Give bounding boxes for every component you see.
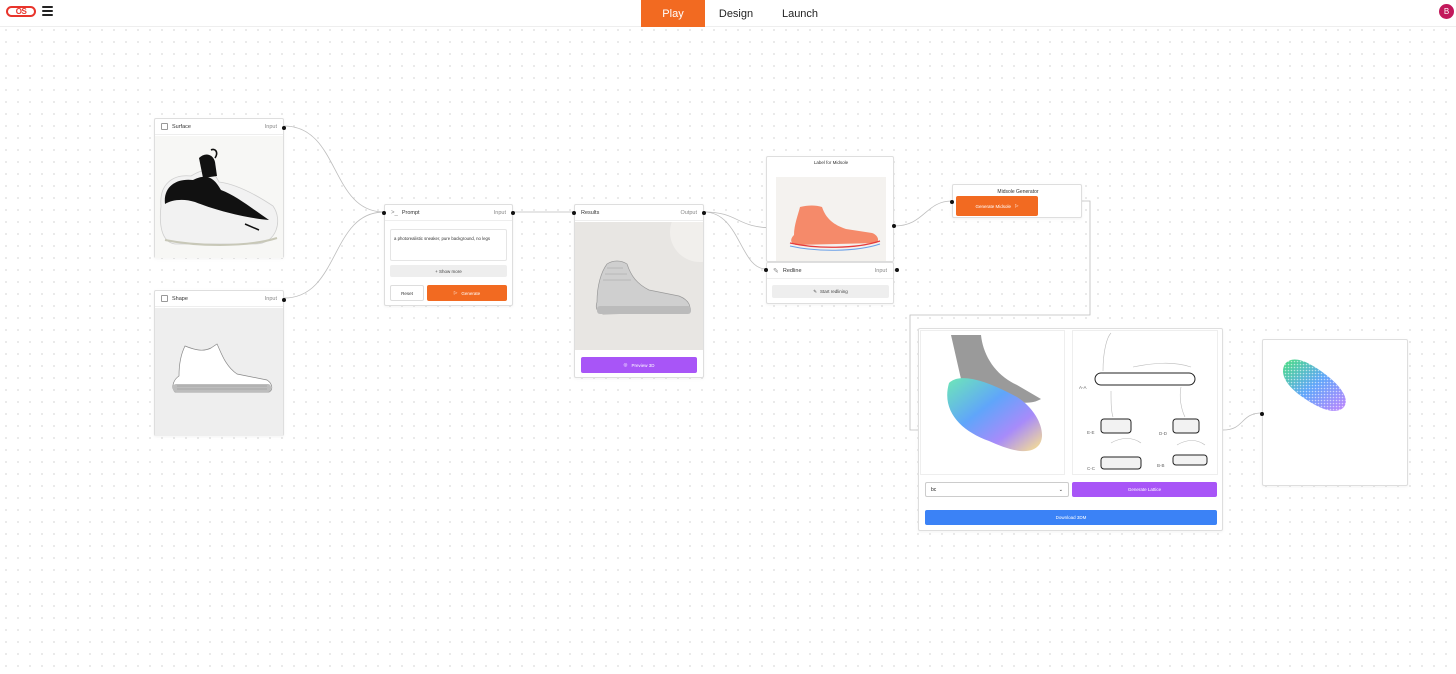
prompt-input-port[interactable] — [382, 211, 386, 215]
node-title: Shape — [172, 295, 188, 302]
node-kind: Input — [264, 123, 277, 130]
label-midsole-node[interactable]: Label for Midsole — [766, 156, 896, 262]
pencil-icon: ✎ — [813, 288, 817, 294]
surface-output-port[interactable] — [282, 126, 286, 130]
lattice-midsole-image — [1275, 348, 1355, 418]
prompt-output-port[interactable] — [511, 211, 515, 215]
shape-output-port[interactable] — [282, 298, 286, 302]
generate-midsole-button[interactable]: Generate Midsole ▷ — [956, 196, 1038, 216]
terminal-icon: >_ — [391, 209, 398, 216]
surface-node[interactable]: Surface Input — [154, 118, 286, 258]
start-redlining-button[interactable]: ✎ Start redlining — [772, 285, 889, 298]
shape-image — [155, 308, 283, 436]
download-3dm-button[interactable]: Download 3DM — [925, 510, 1217, 525]
node-title: Results — [581, 209, 600, 216]
hamburger-menu-icon[interactable] — [42, 6, 53, 16]
node-title: Prompt — [401, 209, 420, 216]
node-title: Midsole Generator — [997, 189, 1039, 195]
redline-output-port[interactable] — [895, 268, 899, 272]
top-bar: OS Play Design Launch B — [0, 0, 1456, 27]
node-kind: Input — [874, 267, 887, 274]
preview-3d-button[interactable]: ◎ Preview 3D — [581, 357, 697, 373]
results-node-header: Results Output — [575, 205, 703, 221]
shape-node[interactable]: Shape Input — [154, 290, 286, 436]
preview-3d-label: Preview 3D — [631, 362, 655, 368]
image-icon — [161, 123, 168, 130]
play-icon: ▷ — [1015, 203, 1019, 208]
tab-design[interactable]: Design — [712, 0, 760, 27]
cross-section-view: A-A E-E D-D C-C B-B — [1072, 330, 1218, 475]
results-node[interactable]: Results Output ◎ Preview 3D — [572, 204, 706, 378]
results-output-port[interactable] — [702, 211, 706, 215]
play-icon: ▷ — [453, 290, 458, 295]
results-input-port[interactable] — [572, 211, 576, 215]
section-label: A-A — [1079, 385, 1087, 390]
generate-midsole-label: Generate Midsole — [975, 203, 1012, 209]
midsole-3d-view — [920, 330, 1065, 475]
generate-label: Generate — [461, 290, 481, 296]
section-label: B-B — [1157, 463, 1165, 468]
cube-icon: ◎ — [623, 362, 628, 367]
select-value: bc — [931, 486, 937, 493]
prompt-node[interactable]: >_ Prompt Input a photorealistic sneaker… — [382, 204, 515, 306]
show-more-button[interactable]: + Show more — [390, 265, 507, 277]
user-avatar[interactable]: B — [1439, 4, 1454, 19]
label-midsole-output-port[interactable] — [892, 224, 896, 228]
surface-image — [155, 136, 283, 258]
generate-button[interactable]: ▷ Generate — [427, 285, 507, 301]
section-label: E-E — [1087, 430, 1095, 435]
chevron-down-icon: ⌄ — [1058, 486, 1063, 493]
lattice-select[interactable]: bc ⌄ — [925, 482, 1069, 497]
redline-node[interactable]: ✎ Redline Input ✎ Start redlining — [764, 262, 899, 304]
node-title: Label for Midsole — [813, 160, 849, 165]
lattice-node[interactable]: A-A E-E D-D C-C B-B bc ⌄ Generate Lattic… — [918, 328, 1223, 531]
prompt-textarea[interactable]: a photorealistic sneaker, pure backgroun… — [390, 229, 507, 261]
section-label: D-D — [1159, 431, 1167, 436]
pencil-icon: ✎ — [773, 267, 779, 275]
label-midsole-image — [776, 177, 886, 261]
midsole-input-port[interactable] — [950, 200, 954, 204]
redline-input-port[interactable] — [764, 268, 768, 272]
node-kind: Output — [680, 209, 697, 216]
surface-node-header: Surface Input — [155, 119, 283, 135]
image-icon — [161, 295, 168, 302]
node-title: Redline — [782, 267, 802, 274]
node-title: Surface — [172, 123, 191, 130]
redline-node-header: ✎ Redline Input — [767, 263, 893, 279]
results-image — [575, 222, 703, 350]
section-label: C-C — [1087, 466, 1095, 471]
app-logo[interactable]: OS — [6, 6, 36, 17]
node-kind: Input — [493, 209, 506, 216]
shape-node-header: Shape Input — [155, 291, 283, 307]
prompt-node-header: >_ Prompt Input — [385, 205, 512, 221]
start-redlining-label: Start redlining — [820, 289, 848, 294]
tab-launch[interactable]: Launch — [776, 0, 824, 27]
tab-play[interactable]: Play — [641, 0, 705, 27]
generate-lattice-button[interactable]: Generate Lattice — [1072, 482, 1217, 497]
reset-button[interactable]: Reset — [390, 285, 424, 301]
lattice-output-node[interactable] — [1260, 339, 1408, 486]
lattice-output-input-port[interactable] — [1260, 412, 1264, 416]
midsole-generator-node[interactable]: Midsole Generator Generate Midsole ▷ — [950, 184, 1082, 218]
node-kind: Input — [264, 295, 277, 302]
